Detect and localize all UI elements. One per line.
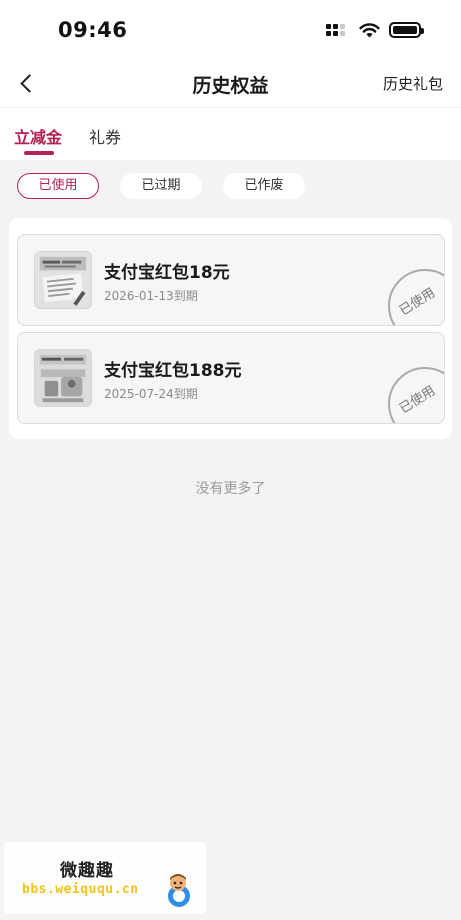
- red-packet-promo-icon: [34, 349, 92, 407]
- coupon-title: 支付宝红包18元: [104, 263, 230, 283]
- coupon-expiry: 2025-07-24到期: [104, 387, 198, 401]
- end-of-list-text: 没有更多了: [195, 481, 266, 497]
- tab-indicator: [24, 151, 54, 155]
- tab-gift-voucher[interactable]: 礼券: [89, 124, 121, 148]
- watermark-name: 微趣趣: [60, 861, 114, 881]
- status-bar: 09:46: [0, 0, 461, 60]
- wifi-icon: [359, 23, 380, 38]
- newspaper-promo-icon: [34, 251, 92, 309]
- stamp-label: 已使用: [397, 285, 439, 319]
- used-stamp: 已使用: [388, 367, 444, 423]
- coupon-item[interactable]: 支付宝红包188元 2025-07-24到期 已使用: [17, 332, 445, 424]
- cellular-signal-icon: [326, 22, 350, 38]
- coupon-title: 支付宝红包188元: [104, 361, 242, 381]
- battery-icon: [389, 22, 424, 38]
- tab-instant-discount[interactable]: 立减金: [14, 124, 62, 148]
- coupon-expiry: 2026-01-13到期: [104, 289, 198, 303]
- filter-used[interactable]: 已使用: [17, 173, 99, 199]
- watermark-url: bbs.weiququ.cn: [22, 882, 139, 897]
- status-filters: 已使用 已过期 已作废: [0, 160, 461, 216]
- stamp-label: 已使用: [397, 383, 439, 417]
- used-stamp: 已使用: [388, 269, 444, 325]
- history-gift-pack-link[interactable]: 历史礼包: [383, 73, 443, 94]
- coupon-list: 支付宝红包18元 2026-01-13到期 已使用 支付宝红包188元 2025…: [9, 218, 452, 439]
- mascot-icon: [168, 874, 190, 907]
- site-watermark: 微趣趣 bbs.weiququ.cn: [4, 842, 206, 914]
- filter-voided[interactable]: 已作废: [223, 173, 305, 199]
- nav-bar: 历史权益 历史礼包: [0, 60, 461, 108]
- tab-bar: 立减金 礼券: [0, 108, 461, 160]
- status-time: 09:46: [58, 18, 128, 42]
- filter-expired[interactable]: 已过期: [120, 173, 202, 199]
- coupon-item[interactable]: 支付宝红包18元 2026-01-13到期 已使用: [17, 234, 445, 326]
- status-icons: [326, 22, 424, 38]
